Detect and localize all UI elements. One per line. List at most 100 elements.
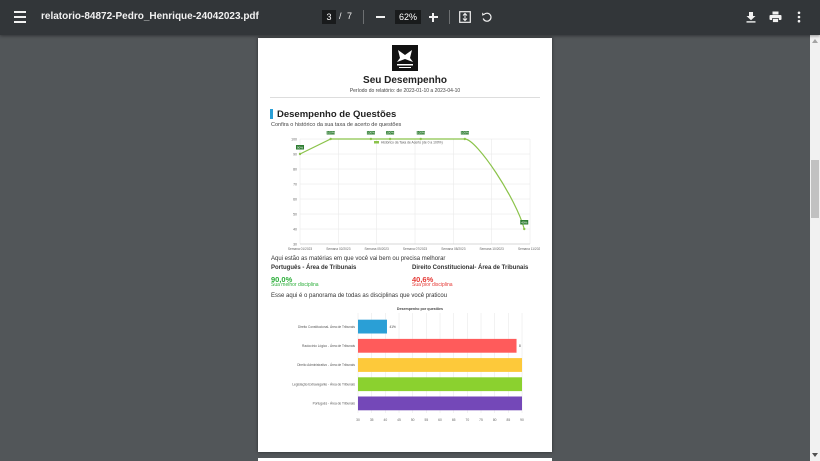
bar xyxy=(358,338,517,353)
data-label: 100% xyxy=(367,131,375,134)
menu-icon[interactable] xyxy=(10,7,30,27)
data-point xyxy=(463,137,467,141)
scrollbar-thumb[interactable] xyxy=(811,160,819,218)
scroll-up-arrow-icon[interactable] xyxy=(812,39,818,43)
data-label: 100% xyxy=(327,131,335,134)
section-title: Desempenho de Questões xyxy=(277,109,397,120)
page-number-input[interactable]: 3 xyxy=(322,10,336,24)
data-point xyxy=(329,137,332,141)
x-tick-label: 70 xyxy=(465,418,469,422)
subjects-intro: Aqui estão as matérias em que você vai b… xyxy=(271,256,446,262)
bar xyxy=(358,358,522,372)
section-accent xyxy=(270,109,273,119)
y-tick-label: 80 xyxy=(293,168,297,172)
page-title: Seu Desempenho xyxy=(363,75,447,86)
x-tick-label: Semana 02/2023 xyxy=(326,247,351,251)
x-tick-label: 45 xyxy=(397,418,401,422)
page-separator: / xyxy=(339,11,342,21)
subject-performance-chart: Desempenho por questões 30 35 40 45 50 55 60 65 7… xyxy=(292,307,524,422)
logo-icon xyxy=(397,50,413,68)
x-tick-label: 80 xyxy=(493,418,497,422)
document-title: relatorio-84872-Pedro_Henrique-24042023.… xyxy=(41,11,259,22)
divider xyxy=(270,97,540,98)
x-tick-label: Semana 08/2023 xyxy=(441,247,466,251)
x-tick-label: 30 xyxy=(356,418,360,422)
zoom-level-input[interactable]: 62% xyxy=(395,10,421,24)
worst-subject-hint: Sua pior disciplina xyxy=(412,282,453,288)
legend-label: Histórico da Taxa de Acerto (de 0 a 100%… xyxy=(381,141,443,145)
more-options-button[interactable] xyxy=(792,9,806,25)
more-vertical-icon xyxy=(797,11,801,23)
y-tick-label: Direito Constitucional- Área de Tribunai… xyxy=(298,325,355,329)
y-tick-label: Português - Área de Tribunais xyxy=(313,402,356,406)
download-button[interactable] xyxy=(744,9,758,25)
data-label: 90% xyxy=(297,145,303,149)
x-tick-label: 50 xyxy=(411,418,415,422)
bar xyxy=(358,319,387,334)
y-tick-label: 50 xyxy=(293,213,297,217)
x-tick-label: 60 xyxy=(438,418,442,422)
logo xyxy=(392,45,418,71)
minus-icon xyxy=(375,16,385,18)
download-icon xyxy=(746,12,756,23)
x-tick-label: Semana 05/2023 xyxy=(365,247,390,251)
data-label: 100% xyxy=(386,131,394,134)
scroll-down-arrow-icon[interactable] xyxy=(812,453,818,457)
bar xyxy=(358,396,522,411)
y-tick-label: 70 xyxy=(293,183,297,187)
fit-page-icon xyxy=(459,11,471,23)
data-point xyxy=(369,137,373,141)
vertical-scrollbar[interactable] xyxy=(810,35,820,461)
panorama-intro: Esse aqui é o panorama de todas as disci… xyxy=(271,293,448,299)
bar xyxy=(358,377,522,392)
x-tick-label: 40 xyxy=(383,418,387,422)
y-tick-label: Direito Administrativo - Área de Tribuna… xyxy=(297,363,355,367)
y-tick-label: 60 xyxy=(293,198,297,202)
report-period: Período do relatório: de 2023-01-10 a 20… xyxy=(349,88,461,94)
y-tick-label: 40 xyxy=(293,228,297,232)
data-label: 100% xyxy=(417,131,425,134)
data-label: 100% xyxy=(461,131,469,134)
chart-title: Desempenho por questões xyxy=(397,307,443,311)
x-tick-label: Semana 11/2023 xyxy=(518,247,540,251)
data-point xyxy=(419,137,422,141)
y-tick-label: 90 xyxy=(293,153,297,157)
print-icon xyxy=(769,11,781,23)
zoom-out-button[interactable] xyxy=(373,9,387,25)
x-tick-label: 35 xyxy=(370,418,374,422)
data-point xyxy=(523,227,526,231)
toolbar-divider xyxy=(449,10,450,24)
y-tick-label: 30 xyxy=(293,243,297,247)
pdf-page: Seu Desempenho Período do relatório: de … xyxy=(258,38,552,452)
pdf-toolbar: relatorio-84872-Pedro_Henrique-24042023.… xyxy=(0,0,820,35)
print-button[interactable] xyxy=(768,9,782,25)
data-label: 41% xyxy=(389,325,396,329)
data-point xyxy=(388,137,392,141)
x-tick-label: Semana 07/2023 xyxy=(403,247,428,251)
section-subtitle: Confira o histórico da sua taxa de acert… xyxy=(271,122,402,128)
fit-to-page-button[interactable] xyxy=(458,9,472,25)
accuracy-history-chart: 30 40 50 60 70 80 90 100 Semana 01/2023 Semana 02… xyxy=(288,131,540,251)
worst-subject-name: Direito Constitucional- Área de Tribunai… xyxy=(412,265,529,271)
rotate-button[interactable] xyxy=(480,9,494,25)
y-tick-label: 100 xyxy=(291,138,297,142)
x-tick-label: 85 xyxy=(506,418,510,422)
y-tick-label: Raciocínio Lógico - Área de Tribunais xyxy=(302,344,355,348)
x-tick-label: 90 xyxy=(520,418,524,422)
data-label: 40% xyxy=(521,220,527,224)
rotate-icon xyxy=(482,12,492,22)
data-point xyxy=(298,152,302,156)
x-tick-label: 55 xyxy=(424,418,428,422)
pdf-viewer[interactable]: Seu Desempenho Período do relatório: de … xyxy=(0,35,810,461)
toolbar-divider xyxy=(363,10,364,24)
legend-swatch xyxy=(374,141,379,144)
zoom-in-button[interactable] xyxy=(426,9,440,25)
best-subject-name: Português - Área de Tribunais xyxy=(271,265,357,271)
data-label: 8 xyxy=(519,344,521,348)
x-tick-label: Semana 01/2023 xyxy=(288,247,313,251)
x-tick-label: 75 xyxy=(479,418,483,422)
x-tick-label: Semana 10/2023 xyxy=(480,247,505,251)
y-tick-label: Legislação Extravagante - Área de Tribun… xyxy=(292,382,355,386)
best-subject-hint: Sua melhor disciplina xyxy=(271,282,319,288)
x-tick-label: 65 xyxy=(452,418,456,422)
